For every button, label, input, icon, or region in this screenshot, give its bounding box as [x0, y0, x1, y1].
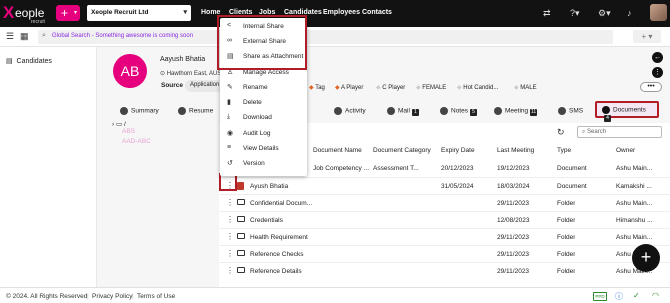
pencil-icon: ✎ — [227, 84, 233, 91]
user-avatar[interactable] — [650, 4, 667, 21]
tab-resume[interactable]: Resume — [174, 104, 217, 118]
terms-of-use-link[interactable]: Terms of Use — [137, 293, 175, 300]
top-bar: X eople recruit + ▾ Xeople Recruit Ltd ▾ H… — [0, 0, 670, 27]
search-icon: ⌕ — [582, 129, 586, 135]
folder-icon — [237, 233, 245, 239]
history-icon: ↺ — [227, 160, 233, 167]
row-menu-icon[interactable]: ⋮ — [226, 232, 234, 241]
trash-icon: ▮ — [227, 99, 231, 106]
nav-employees[interactable]: Employees — [323, 9, 360, 16]
sidebar: ▤ Candidates ‹ — [0, 47, 109, 287]
candidate-name: Aayush Bhatia — [160, 56, 206, 63]
ppd-badge: PPD — [593, 292, 607, 301]
more-menu-icon[interactable]: ⋮ — [652, 67, 663, 78]
more-tags-button[interactable]: ••• — [640, 82, 662, 92]
folder-icon — [237, 267, 245, 273]
row-menu-icon[interactable]: ⋮ — [226, 249, 234, 258]
menu-item-audit-log[interactable]: ◉ Audit Log — [220, 127, 307, 141]
global-search-bar: ☰ ▦ ⌕ Global Search - Something awesome … — [0, 27, 670, 47]
folder-icon — [237, 250, 245, 256]
menu-item-view-details[interactable]: ≡ View Details — [220, 142, 307, 156]
table-row[interactable]: ⋮ Credentials 12/08/2023 Folder Himanshu… — [219, 211, 670, 228]
documents-search-input[interactable]: ⌕ Search — [577, 126, 662, 138]
share-options-highlight — [217, 15, 307, 70]
add-dropdown-button[interactable]: + ▾ — [633, 30, 661, 43]
help-icon[interactable]: ?▾ — [570, 8, 580, 19]
copyright-text: © 2024. All Rights Reserved — [6, 293, 88, 300]
tag-female[interactable]: ◆ FEMALE — [416, 84, 446, 91]
table-row[interactable]: ⋮ Reference Details 29/11/2023 Folder As… — [219, 262, 670, 279]
settings-icon[interactable]: ⚙▾ — [598, 8, 611, 19]
bell-icon[interactable]: ♪ — [627, 8, 632, 18]
tab-sms[interactable]: SMS — [554, 104, 587, 118]
tab-summary[interactable]: Summary — [116, 104, 163, 118]
wifi-icon: ◠ — [652, 291, 659, 300]
nav-contacts[interactable]: Contacts — [362, 9, 392, 16]
list-view-icon[interactable]: ☰ — [6, 31, 14, 42]
table-row[interactable]: ⋮ Confidential Docum... 29/11/2023 Folde… — [219, 194, 670, 211]
tag-add[interactable]: ◆ Tag — [309, 84, 325, 91]
candidate-avatar: AB — [113, 54, 147, 88]
table-row[interactable]: ⋮ Health Requirement 29/11/2023 Folder A… — [219, 228, 670, 245]
add-document-fab[interactable]: + — [632, 244, 660, 272]
tab-notes[interactable]: Notes 5 — [436, 104, 481, 118]
tab-mail[interactable]: Mail 1 — [383, 104, 423, 118]
sidebar-item-candidates[interactable]: ▤ Candidates — [6, 57, 52, 65]
check-icon[interactable]: ✓ — [633, 291, 640, 300]
folder-tree: › ▭ / ABS AAD-ABC — [112, 120, 151, 145]
create-new-button[interactable]: + ▾ — [56, 5, 80, 21]
source-pill[interactable]: Application — [185, 80, 225, 92]
company-selector[interactable]: Xeople Recruit Ltd ▾ — [87, 5, 191, 21]
menu-item-download[interactable]: ⤓ Download — [220, 111, 307, 125]
folder-icon: ▭ — [115, 121, 123, 128]
tree-root[interactable]: › ▭ / — [112, 120, 151, 128]
menu-item-rename[interactable]: ✎ Rename — [220, 81, 307, 95]
eye-icon: ◉ — [227, 130, 234, 137]
tag-c-player[interactable]: ◆ C Player — [376, 84, 405, 91]
row-menu-icon[interactable]: ⋮ — [226, 198, 234, 207]
tag-male[interactable]: ◆ MALE — [514, 84, 537, 91]
document-icon: ▤ — [6, 58, 13, 65]
xeople-logo[interactable]: X eople recruit — [3, 3, 51, 25]
tab-meeting[interactable]: Meeting 11 — [490, 104, 541, 118]
info-icon[interactable]: ⓘ — [615, 291, 623, 302]
tag-hot-candidate[interactable]: ◆ Hot Candid... — [457, 84, 498, 91]
details-icon: ≡ — [227, 144, 232, 151]
grid-view-icon[interactable]: ▦ — [20, 31, 29, 42]
row-menu-icon[interactable]: ⋮ — [226, 215, 234, 224]
global-search-input[interactable]: ⌕ Global Search - Something awesome is c… — [38, 30, 613, 44]
row-menu-icon[interactable]: ⋮ — [226, 266, 234, 275]
privacy-policy-link[interactable]: Privacy Policy — [92, 293, 132, 300]
tag-a-player[interactable]: ◆ A Player — [335, 84, 363, 91]
candidate-address: ⊙ Hawthorn East, AUSTR — [160, 71, 230, 77]
refresh-icon[interactable]: ↻ — [557, 127, 565, 138]
table-row[interactable]: ⋮ Ayush Bhatia 31/05/2024 18/03/2024 Doc… — [219, 177, 670, 194]
back-arrow-icon[interactable]: ← — [652, 52, 663, 63]
folder-icon — [237, 216, 245, 222]
menu-item-delete[interactable]: ▮ Delete — [220, 96, 307, 110]
exchange-icon[interactable]: ⇄ — [543, 8, 551, 19]
tab-activity[interactable]: Activity — [330, 104, 370, 118]
table-row[interactable]: ⋮ Reference Checks 29/11/2023 Folder Ash… — [219, 245, 670, 262]
footer: © 2024. All Rights Reserved | Privacy Po… — [0, 287, 670, 303]
folder-icon — [237, 199, 245, 205]
candidate-header: AB Aayush Bhatia ⊙ Hawthorn East, AUSTR … — [109, 50, 664, 100]
chevron-down-icon: ▾ — [183, 9, 187, 16]
search-icon: ⌕ — [42, 32, 46, 39]
tab-documents[interactable]: Documents4 — [595, 101, 659, 122]
pdf-icon — [237, 182, 244, 190]
menu-item-version[interactable]: ↺ Version — [220, 157, 307, 171]
source-label: Source — [161, 82, 184, 89]
download-icon: ⤓ — [227, 113, 231, 120]
